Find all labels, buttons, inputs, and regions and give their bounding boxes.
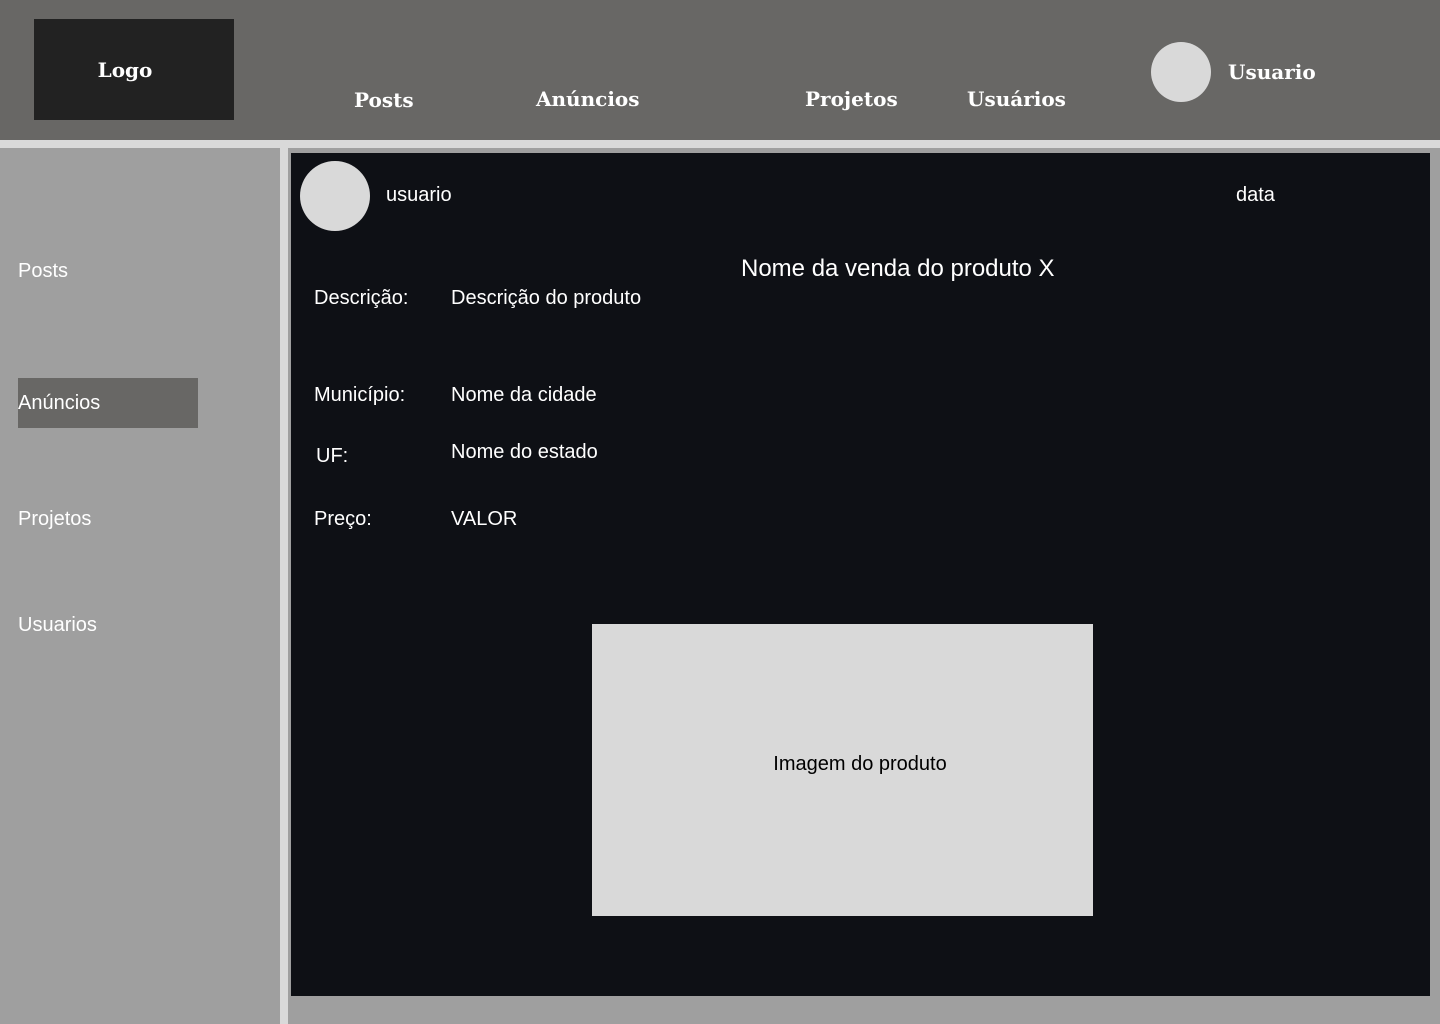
top-nav-projetos[interactable]: Projetos: [805, 87, 898, 111]
post-title: Nome da venda do produto X: [741, 255, 1055, 282]
description-value: Descrição do produto: [451, 287, 642, 309]
user-name[interactable]: Usuario: [1228, 60, 1316, 84]
uf-label: UF:: [316, 445, 349, 467]
sidebar-item-posts[interactable]: Posts: [18, 246, 198, 296]
post-date: data: [1236, 184, 1275, 206]
product-image[interactable]: Imagem do produto: [592, 624, 1093, 916]
user-avatar[interactable]: [1151, 42, 1211, 102]
municipio-value: Nome da cidade: [451, 384, 597, 406]
sidebar-item-usuarios[interactable]: Usuarios: [18, 600, 198, 650]
preco-label: Preço:: [314, 508, 372, 530]
sidebar-item-anuncios[interactable]: Anúncios: [18, 378, 198, 428]
post-author-avatar[interactable]: [300, 161, 370, 231]
product-image-label: Imagem do produto: [773, 752, 947, 775]
post-author-name[interactable]: usuario: [386, 184, 452, 207]
sidebar-item-label: Posts: [18, 259, 69, 282]
sidebar: Posts Anúncios Projetos Usuarios: [0, 148, 280, 1024]
top-nav-posts[interactable]: Posts: [354, 88, 414, 112]
logo-text: Logo: [97, 57, 153, 82]
uf-value: Nome do estado: [451, 441, 598, 463]
top-nav-usuarios[interactable]: Usuários: [967, 87, 1066, 111]
ad-post-card: usuario data Nome da venda do produto X …: [291, 153, 1430, 996]
top-nav-anuncios[interactable]: Anúncios: [536, 87, 640, 111]
sidebar-item-label: Anúncios: [18, 391, 101, 414]
sidebar-item-projetos[interactable]: Projetos: [18, 494, 198, 544]
sidebar-item-label: Projetos: [18, 507, 92, 530]
sidebar-item-label: Usuarios: [18, 613, 97, 636]
top-header: Logo Posts Anúncios Projetos Usuários Us…: [0, 0, 1440, 140]
preco-value: VALOR: [451, 508, 518, 530]
description-label: Descrição:: [314, 287, 409, 309]
municipio-label: Município:: [314, 384, 406, 406]
logo[interactable]: Logo: [34, 19, 234, 120]
